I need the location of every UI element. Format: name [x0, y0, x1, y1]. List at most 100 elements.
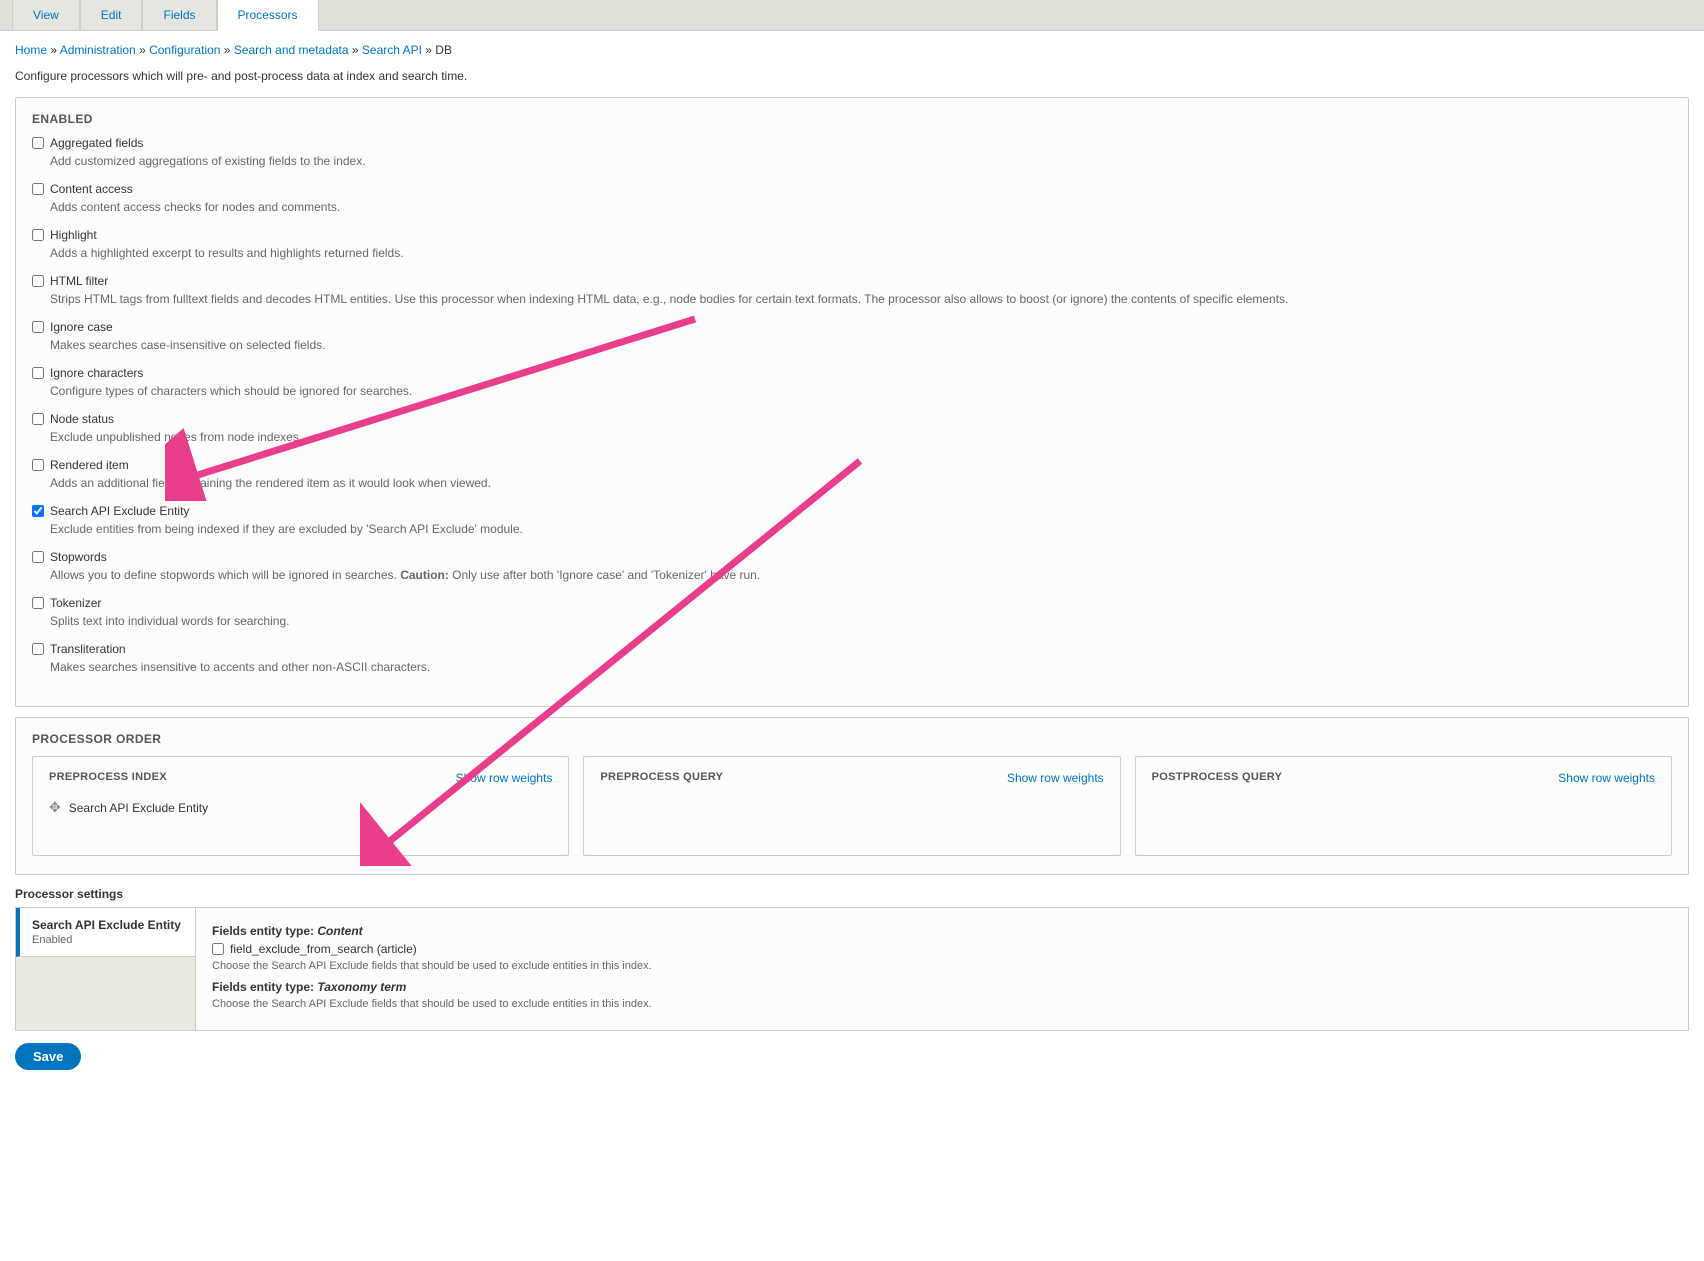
processor-label: Search API Exclude Entity — [50, 504, 189, 518]
processor-settings-title: Processor settings — [15, 887, 1689, 901]
crumb-search-api[interactable]: Search API — [362, 43, 422, 57]
processor-description: Strips HTML tags from fulltext fields an… — [32, 292, 1672, 306]
processor-item: Aggregated fields Add customized aggregat… — [32, 136, 1672, 168]
drag-handle-icon[interactable]: ✥ — [49, 799, 61, 816]
processor-item: Content access Adds content access checks… — [32, 182, 1672, 214]
postprocess-query-col: POSTPROCESS QUERY Show row weights — [1135, 756, 1672, 856]
processor-description: Makes searches insensitive to accents an… — [32, 660, 1672, 674]
processor-checkbox[interactable] — [32, 597, 44, 609]
page-intro: Configure processors which will pre- and… — [15, 69, 1689, 83]
help-text-taxonomy: Choose the Search API Exclude fields tha… — [212, 998, 1672, 1010]
processor-label: Aggregated fields — [50, 136, 143, 150]
processor-checkbox[interactable] — [32, 367, 44, 379]
processor-item: Highlight Adds a highlighted excerpt to r… — [32, 228, 1672, 260]
show-row-weights-link[interactable]: Show row weights — [1558, 771, 1655, 785]
crumb-sep: » — [136, 43, 149, 57]
preprocess-index-col: PREPROCESS INDEX Show row weights ✥ Sear… — [32, 756, 569, 856]
vtab-subtitle: Enabled — [32, 934, 183, 946]
processor-label: Ignore case — [50, 320, 113, 334]
fields-entity-taxonomy-label: Fields entity type: Taxonomy term — [212, 980, 1672, 994]
processor-description: Adds a highlighted excerpt to results an… — [32, 246, 1672, 260]
crumb-home[interactable]: Home — [15, 43, 47, 57]
processor-label: Stopwords — [50, 550, 107, 564]
processor-item: HTML filter Strips HTML tags from fulltex… — [32, 274, 1672, 306]
processor-item: Search API Exclude Entity Exclude entitie… — [32, 504, 1672, 536]
processor-item: Ignore case Makes searches case-insensiti… — [32, 320, 1672, 352]
processor-checkbox[interactable] — [32, 275, 44, 287]
show-row-weights-link[interactable]: Show row weights — [456, 771, 553, 785]
processor-checkbox[interactable] — [32, 137, 44, 149]
processor-label: Content access — [50, 182, 133, 196]
processor-description: Configure types of characters which shou… — [32, 384, 1672, 398]
processor-order-legend: PROCESSOR ORDER — [32, 732, 1672, 746]
field-label-pre: Fields entity type: — [212, 980, 317, 994]
enabled-legend: ENABLED — [32, 112, 1672, 126]
processor-item: Rendered item Adds an additional field co… — [32, 458, 1672, 490]
processor-label: HTML filter — [50, 274, 108, 288]
processor-description: Adds content access checks for nodes and… — [32, 200, 1672, 214]
processor-description: Splits text into individual words for se… — [32, 614, 1672, 628]
vtab-title: Search API Exclude Entity — [32, 918, 183, 932]
tab-view[interactable]: View — [12, 0, 80, 31]
processor-settings-panel: Search API Exclude Entity Enabled Fields… — [15, 907, 1689, 1031]
processor-label: Transliteration — [50, 642, 126, 656]
processor-description: Add customized aggregations of existing … — [32, 154, 1672, 168]
field-exclude-from-search-checkbox[interactable] — [212, 943, 224, 955]
order-item[interactable]: ✥ Search API Exclude Entity — [49, 793, 552, 822]
processor-checkbox[interactable] — [32, 183, 44, 195]
processor-checkbox[interactable] — [32, 459, 44, 471]
field-exclude-from-search-label: field_exclude_from_search (article) — [230, 942, 417, 956]
tab-processors[interactable]: Processors — [217, 0, 319, 31]
processor-item: Stopwords Allows you to define stopwords … — [32, 550, 1672, 582]
processor-item: Node status Exclude unpublished nodes fro… — [32, 412, 1672, 444]
save-button[interactable]: Save — [15, 1043, 81, 1070]
preprocess-query-title: PREPROCESS QUERY — [600, 771, 723, 783]
processor-description: Makes searches case-insensitive on selec… — [32, 338, 1672, 352]
processor-description: Exclude entities from being indexed if t… — [32, 522, 1672, 536]
crumb-sep: » — [47, 43, 60, 57]
crumb-admin[interactable]: Administration — [60, 43, 136, 57]
processor-item: Transliteration Makes searches insensitiv… — [32, 642, 1672, 674]
crumb-sep: » — [220, 43, 233, 57]
processor-item: Ignore characters Configure types of char… — [32, 366, 1672, 398]
processor-checkbox[interactable] — [32, 643, 44, 655]
help-text-content: Choose the Search API Exclude fields tha… — [212, 960, 1672, 972]
processor-label: Highlight — [50, 228, 97, 242]
processor-checkbox[interactable] — [32, 551, 44, 563]
crumb-sep: » — [349, 43, 362, 57]
vertical-tab-list: Search API Exclude Entity Enabled — [16, 908, 196, 1030]
field-label-pre: Fields entity type: — [212, 924, 317, 938]
processor-description: Exclude unpublished nodes from node inde… — [32, 430, 1672, 444]
processor-item: Tokenizer Splits text into individual wor… — [32, 596, 1672, 628]
breadcrumb: Home » Administration » Configuration » … — [15, 43, 1689, 57]
vtab-search-api-exclude[interactable]: Search API Exclude Entity Enabled — [16, 908, 195, 957]
crumb-config[interactable]: Configuration — [149, 43, 220, 57]
processor-checkbox[interactable] — [32, 321, 44, 333]
crumb-search-meta[interactable]: Search and metadata — [234, 43, 349, 57]
preprocess-index-title: PREPROCESS INDEX — [49, 771, 167, 783]
tabs-bar: View Edit Fields Processors — [0, 0, 1704, 31]
tab-edit[interactable]: Edit — [80, 0, 143, 31]
page-body: Home » Administration » Configuration » … — [0, 31, 1704, 1082]
processor-description: Adds an additional field containing the … — [32, 476, 1672, 490]
crumb-sep: » — [422, 43, 435, 57]
processor-checkbox[interactable] — [32, 413, 44, 425]
processor-label: Rendered item — [50, 458, 129, 472]
processor-checkbox[interactable] — [32, 229, 44, 241]
processor-label: Node status — [50, 412, 114, 426]
postprocess-query-title: POSTPROCESS QUERY — [1152, 771, 1283, 783]
processor-label: Tokenizer — [50, 596, 101, 610]
enabled-fieldset: ENABLED Aggregated fields Add customized … — [15, 97, 1689, 707]
tab-fields[interactable]: Fields — [142, 0, 216, 31]
field-label-em: Taxonomy term — [317, 980, 406, 994]
processor-checkbox[interactable] — [32, 505, 44, 517]
preprocess-query-col: PREPROCESS QUERY Show row weights — [583, 756, 1120, 856]
field-label-em: Content — [317, 924, 362, 938]
processor-order-fieldset: PROCESSOR ORDER PREPROCESS INDEX Show ro… — [15, 717, 1689, 875]
processor-label: Ignore characters — [50, 366, 143, 380]
crumb-db: DB — [435, 43, 452, 57]
vtab-content: Fields entity type: Content field_exclud… — [196, 908, 1688, 1030]
show-row-weights-link[interactable]: Show row weights — [1007, 771, 1104, 785]
processor-description: Allows you to define stopwords which wil… — [32, 568, 1672, 582]
order-item-label: Search API Exclude Entity — [69, 801, 208, 815]
